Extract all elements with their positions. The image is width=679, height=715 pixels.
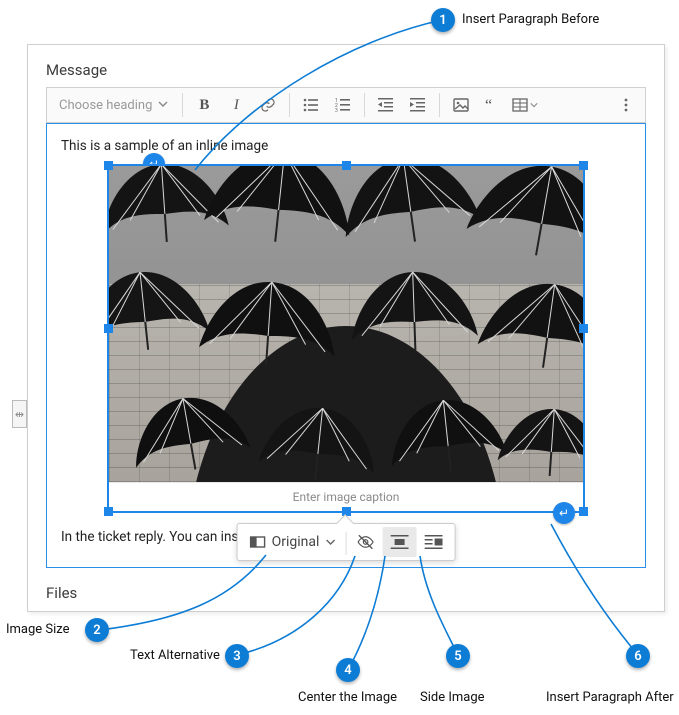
align-side-icon — [424, 535, 442, 549]
image-size-icon — [250, 534, 266, 550]
callout-4-badge: 4 — [336, 658, 360, 682]
image-button[interactable] — [446, 91, 476, 119]
resize-handle[interactable] — [342, 161, 351, 170]
files-label: Files — [28, 568, 664, 602]
callout-6-badge: 6 — [626, 644, 650, 668]
image-size-label: Original — [272, 534, 320, 550]
center-image-button[interactable] — [382, 527, 416, 557]
editor-area[interactable]: This is a sample of an inline image ↵ — [46, 123, 646, 568]
heading-dropdown-label: Choose heading — [59, 98, 152, 113]
editor-panel: Message Choose heading B I 123 — [27, 44, 665, 612]
resize-handle[interactable] — [104, 507, 113, 516]
bold-button[interactable]: B — [189, 91, 219, 119]
eye-off-icon — [356, 533, 374, 551]
message-label: Message — [28, 45, 664, 87]
callout-1-badge: 1 — [431, 8, 455, 32]
callout-1-text: Insert Paragraph Before — [462, 12, 599, 27]
callout-3-badge: 3 — [225, 644, 249, 668]
return-icon: ↵ — [559, 507, 569, 519]
resize-handle[interactable] — [579, 507, 588, 516]
bulleted-list-button[interactable] — [296, 91, 326, 119]
resize-handle[interactable] — [579, 161, 588, 170]
table-button[interactable] — [510, 91, 540, 119]
heading-dropdown[interactable]: Choose heading — [51, 91, 176, 119]
image-size-dropdown[interactable]: Original — [242, 527, 344, 557]
image-content — [109, 166, 583, 482]
svg-text:“: “ — [485, 97, 492, 113]
editor-text-line: This is a sample of an inline image — [61, 138, 631, 154]
callout-2-text: Image Size — [6, 622, 70, 637]
editor-toolbar: Choose heading B I 123 “ — [46, 87, 646, 123]
chevron-down-icon — [530, 101, 538, 109]
resize-handle[interactable] — [104, 161, 113, 170]
text-alternative-button[interactable] — [348, 527, 382, 557]
image-widget[interactable]: ↵ — [107, 164, 585, 513]
chevron-down-icon — [325, 537, 335, 547]
image-frame[interactable]: Enter image caption — [107, 164, 585, 513]
callout-4-text: Center the Image — [298, 690, 397, 705]
italic-button[interactable]: I — [221, 91, 251, 119]
callout-3-text: Text Alternative — [130, 648, 220, 663]
align-center-icon — [390, 535, 408, 549]
numbered-list-button[interactable]: 123 — [328, 91, 358, 119]
callout-5-text: Side Image — [420, 690, 485, 705]
indent-button[interactable] — [403, 91, 433, 119]
side-image-button[interactable] — [416, 527, 450, 557]
callout-6-text: Insert Paragraph After — [546, 690, 674, 705]
more-button[interactable] — [611, 91, 641, 119]
svg-text:3: 3 — [335, 108, 338, 113]
link-button[interactable] — [253, 91, 283, 119]
image-toolbar-balloon: Original — [237, 523, 456, 561]
callout-5-badge: 5 — [446, 644, 470, 668]
resize-handle[interactable] — [579, 324, 588, 333]
panel-resize-handle[interactable]: ⇹ — [12, 400, 27, 428]
outdent-button[interactable] — [371, 91, 401, 119]
insert-paragraph-after-button[interactable]: ↵ — [553, 502, 575, 524]
resize-handle[interactable] — [104, 324, 113, 333]
chevron-down-icon — [158, 98, 168, 113]
callout-2-badge: 2 — [85, 618, 109, 642]
blockquote-button[interactable]: “ — [478, 91, 508, 119]
